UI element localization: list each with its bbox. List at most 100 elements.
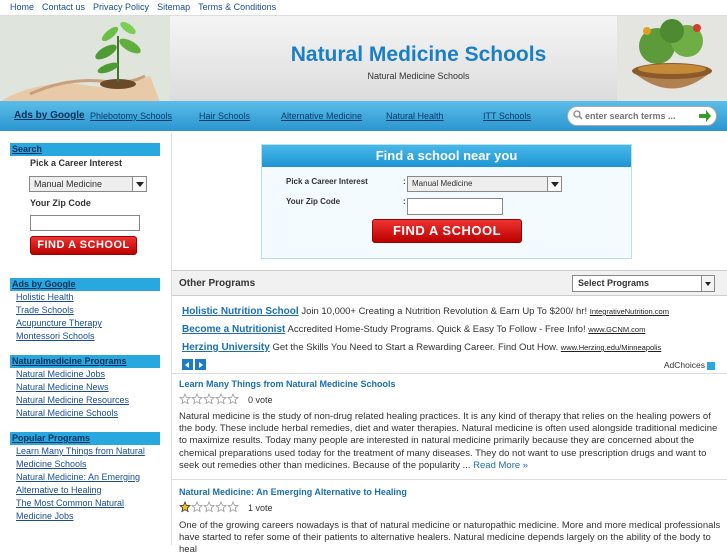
top-nav: Home Contact us Privacy Policy Sitemap T…	[0, 0, 727, 15]
menu-item-hair[interactable]: Hair Schools	[199, 101, 250, 131]
star-icon[interactable]	[215, 501, 227, 513]
finder-title: Find a school near you	[262, 145, 631, 167]
ad-unit[interactable]: Herzing University Get the Skills You Ne…	[182, 342, 661, 353]
vote-count: 0 vote	[248, 395, 273, 405]
select-programs-value: Select Programs	[578, 278, 650, 288]
ad-prev-icon[interactable]	[182, 359, 193, 370]
sidebar-program-link[interactable]: Natural Medicine Resources	[10, 394, 160, 407]
divider	[172, 373, 727, 374]
sidebar-ad-link[interactable]: Acupuncture Therapy	[10, 317, 160, 330]
star-icon[interactable]	[203, 393, 215, 405]
finder-colon: :	[403, 177, 406, 186]
sidebar-popular: Popular Programs Learn Many Things from …	[10, 432, 160, 523]
sidebar-career-select[interactable]: Manual Medicine	[29, 176, 147, 192]
finder-career-value: Manual Medicine	[412, 179, 473, 188]
chevron-down-icon	[547, 177, 561, 191]
sidebar-popular-link[interactable]: Natural Medicine: An Emerging Alternativ…	[10, 471, 160, 497]
sidebar-popular-heading[interactable]: Popular Programs	[10, 432, 160, 445]
sidebar-ad-link[interactable]: Trade Schools	[10, 304, 160, 317]
sidebar-zip-label: Your Zip Code	[30, 198, 91, 208]
adchoices-label: AdChoices	[663, 360, 705, 370]
sidebar-search: Search Pick a Career Interest Manual Med…	[10, 143, 160, 255]
article-text: One of the growing careers nowadays is t…	[179, 520, 721, 556]
sidebar-programs: Naturalmedicine Programs Natural Medicin…	[10, 355, 160, 420]
ad-text: Get the Skills You Need to Start a Rewar…	[272, 342, 559, 353]
chevron-down-icon	[701, 276, 714, 291]
rating-stars[interactable]	[179, 501, 239, 513]
finder-career-select[interactable]: Manual Medicine	[407, 176, 562, 192]
sidebar-program-link[interactable]: Natural Medicine News	[10, 381, 160, 394]
star-icon[interactable]	[191, 393, 203, 405]
read-more-link[interactable]: Read More »	[473, 460, 528, 471]
finder-zip-label: Your Zip Code	[286, 197, 341, 206]
article-body: One of the growing careers nowadays is t…	[179, 520, 721, 557]
ad-url[interactable]: IntegrativeNutrition.com	[590, 307, 669, 316]
search-icon	[573, 110, 583, 120]
menu-item-phlebotomy[interactable]: Phlebotomy Schools	[90, 101, 172, 131]
ad-text: Join 10,000+ Creating a Nutrition Revolu…	[301, 306, 588, 317]
sidebar-popular-link[interactable]: Learn Many Things from Natural Medicine …	[10, 445, 160, 471]
nav-sitemap-link[interactable]: Sitemap	[157, 0, 190, 15]
adchoices-link[interactable]: AdChoices	[664, 360, 715, 370]
menu-item-itt[interactable]: ITT Schools	[483, 101, 531, 131]
menu-ads-by-google[interactable]: Ads by Google	[14, 101, 85, 131]
sidebar-program-link[interactable]: Natural Medicine Schools	[10, 407, 160, 420]
ad-unit[interactable]: Holistic Nutrition School Join 10,000+ C…	[182, 306, 669, 317]
finder-colon: :	[403, 197, 406, 206]
sidebar-career-label: Pick a Career Interest	[30, 158, 123, 168]
site-title: Natural Medicine Schools	[290, 43, 547, 66]
sidebar-find-school-button[interactable]: FIND A SCHOOL	[30, 236, 137, 255]
nav-home-link[interactable]: Home	[10, 0, 34, 15]
article-title[interactable]: Natural Medicine: An Emerging Alternativ…	[179, 487, 407, 497]
sidebar-program-link[interactable]: Natural Medicine Jobs	[10, 368, 160, 381]
article-text: Natural medicine is the study of non-dru…	[179, 411, 718, 471]
search-box	[567, 106, 717, 126]
divider	[172, 479, 727, 480]
menu-item-natural-health[interactable]: Natural Health	[386, 101, 444, 131]
star-icon[interactable]	[227, 501, 239, 513]
arrow-right-icon[interactable]	[698, 109, 712, 123]
chevron-down-icon	[132, 177, 146, 191]
menu-item-alternative[interactable]: Alternative Medicine	[281, 101, 362, 131]
sidebar-popular-link[interactable]: The Most Common Natural Medicine Jobs	[10, 497, 160, 523]
star-icon[interactable]	[215, 393, 227, 405]
site-subtitle: Natural Medicine Schools	[367, 71, 470, 81]
ad-url[interactable]: www.GCNM.com	[588, 325, 645, 334]
ad-title[interactable]: Become a Nutritionist	[182, 324, 285, 335]
article-title[interactable]: Learn Many Things from Natural Medicine …	[179, 379, 396, 389]
sidebar-ads-heading[interactable]: Ads by Google	[10, 278, 160, 291]
sidebar: Search Pick a Career Interest Manual Med…	[10, 143, 160, 535]
other-programs-title: Other Programs	[179, 278, 256, 289]
nav-privacy-link[interactable]: Privacy Policy	[93, 0, 149, 15]
site-header: Natural Medicine Schools Natural Medicin…	[0, 15, 727, 101]
star-icon[interactable]	[227, 393, 239, 405]
menu-bar: Ads by Google Phlebotomy Schools Hair Sc…	[0, 101, 727, 131]
star-icon[interactable]	[179, 393, 191, 405]
nav-terms-link[interactable]: Terms & Conditions	[198, 0, 276, 15]
ad-next-icon[interactable]	[195, 359, 206, 370]
ad-title[interactable]: Herzing University	[182, 342, 270, 353]
finder-career-label: Pick a Career Interest	[286, 177, 368, 186]
ad-unit[interactable]: Become a Nutritionist Accredited Home-St…	[182, 324, 645, 335]
sidebar-career-value: Manual Medicine	[34, 179, 103, 189]
sidebar-ads: Ads by Google Holistic Health Trade Scho…	[10, 278, 160, 343]
ad-url[interactable]: www.Herzing.edu/Minneapolis	[561, 343, 661, 352]
vote-count: 1 vote	[248, 503, 273, 513]
sidebar-search-heading: Search	[10, 143, 160, 156]
ad-title[interactable]: Holistic Nutrition School	[182, 306, 299, 317]
nav-contact-link[interactable]: Contact us	[42, 0, 85, 15]
rating-stars[interactable]	[179, 393, 239, 405]
sidebar-ad-link[interactable]: Holistic Health	[10, 291, 160, 304]
search-input[interactable]	[585, 109, 693, 123]
star-filled-icon[interactable]	[179, 501, 191, 513]
finder-find-school-button[interactable]: FIND A SCHOOL	[372, 219, 522, 243]
article-body: Natural medicine is the study of non-dru…	[179, 411, 721, 472]
select-programs-dropdown[interactable]: Select Programs	[572, 275, 715, 292]
finder-zip-input[interactable]	[407, 198, 503, 215]
star-icon[interactable]	[203, 501, 215, 513]
star-icon[interactable]	[191, 501, 203, 513]
sidebar-ad-link[interactable]: Montessori Schools	[10, 330, 160, 343]
adchoices-icon	[707, 361, 715, 370]
sidebar-programs-heading[interactable]: Naturalmedicine Programs	[10, 355, 160, 368]
sidebar-zip-input[interactable]	[30, 215, 140, 231]
